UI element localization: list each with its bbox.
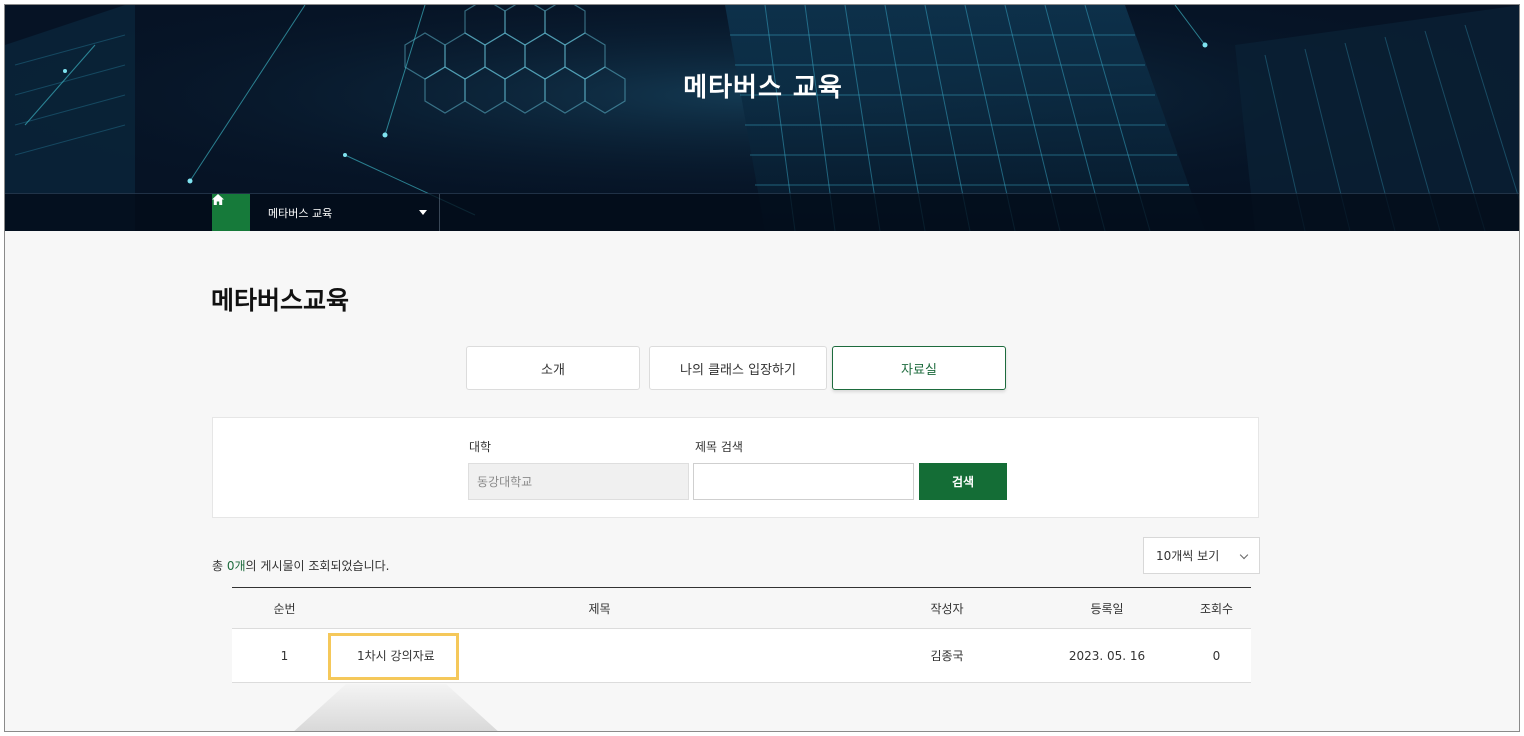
tab-archive[interactable]: 자료실 [832,346,1006,390]
university-label: 대학 [469,440,492,454]
tab-my-class-label: 나의 클래스 입장하기 [680,362,796,378]
hero-title: 메타버스 교육 [683,73,843,103]
per-page-select[interactable]: 10개씩 보기 [1143,537,1260,574]
tab-archive-label: 자료실 [901,362,937,378]
result-count-prefix: 총 [212,559,227,573]
title-search-label: 제목 검색 [695,440,743,454]
caret-down-icon [419,210,427,215]
breadcrumb-menu-dropdown[interactable]: 메타버스 교육 [250,194,440,231]
chevron-down-icon [1239,550,1249,560]
breadcrumb-menu-label: 메타버스 교육 [268,207,333,220]
header-views: 조회수 [1199,601,1234,616]
title-search-input[interactable] [693,463,914,500]
tab-intro-label: 소개 [541,362,565,378]
table-header: 순번 제목 작성자 등록일 조회수 [232,587,1251,629]
header-author: 작성자 [930,601,964,616]
row-views: 0 [1212,648,1221,663]
per-page-value: 10개씩 보기 [1156,549,1220,563]
callout-pointer [294,684,498,731]
search-panel: 대학 제목 검색 동강대학교 검색 [212,417,1259,518]
highlight-box [328,633,459,680]
home-button[interactable] [212,194,250,231]
result-count-suffix: 의 게시물이 조회되었습니다. [245,559,390,573]
header-no: 순번 [273,601,296,616]
row-author: 김종국 [930,649,964,663]
hero-banner: 메타버스 교육 메타버스 교육 [5,5,1519,231]
row-no: 1 [280,648,289,663]
university-field: 동강대학교 [468,463,689,500]
tab-intro[interactable]: 소개 [466,346,640,390]
header-title: 제목 [588,601,611,616]
result-count: 총 0개의 게시물이 조회되었습니다. [212,557,389,574]
row-date: 2023. 05. 16 [1068,648,1146,663]
tab-my-class[interactable]: 나의 클래스 입장하기 [649,346,827,390]
page-title: 메타버스교육 [211,286,350,315]
home-icon [212,194,224,205]
result-count-number: 0개 [226,559,246,573]
browser-frame: 메타버스 교육 메타버스 교육 메타버스교육 소개 나의 클래스 입장하기 자료… [4,4,1520,732]
header-date: 등록일 [1090,601,1124,616]
search-button[interactable]: 검색 [919,463,1007,500]
breadcrumb: 메타버스 교육 [5,193,1519,231]
